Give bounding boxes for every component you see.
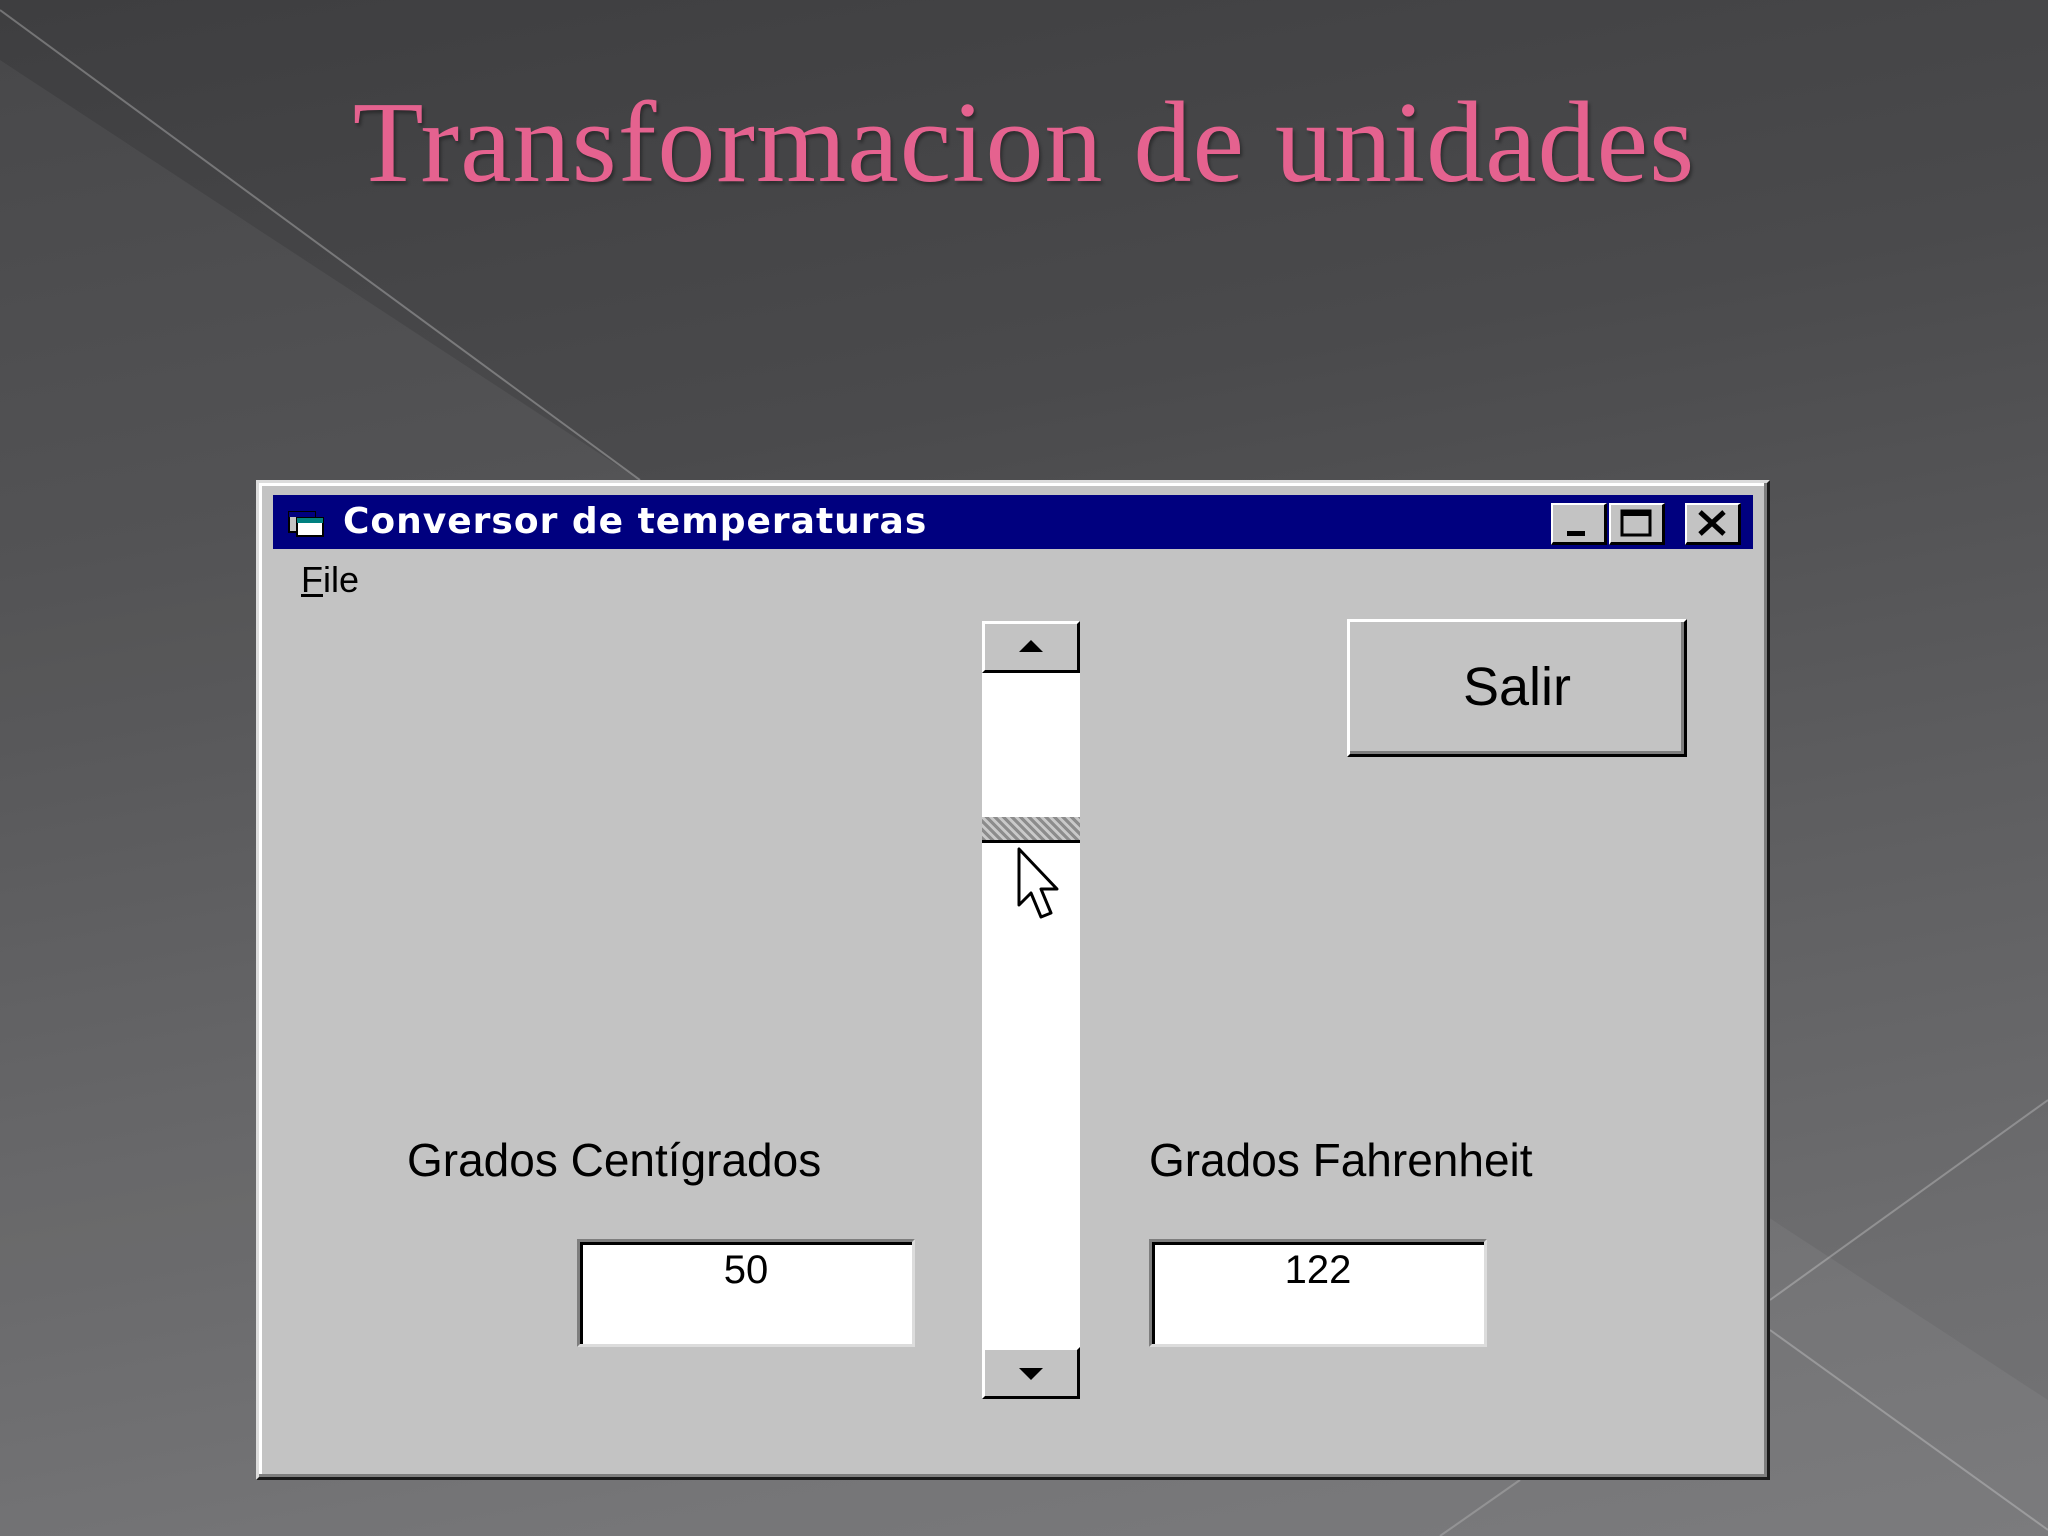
menu-file[interactable]: File: [301, 559, 359, 601]
close-icon: [1698, 510, 1726, 536]
arrow-down-icon: [1019, 1368, 1043, 1380]
scroll-thumb[interactable]: [982, 815, 1080, 843]
window-titlebar[interactable]: Conversor de temperaturas: [273, 495, 1753, 549]
salir-button[interactable]: Salir: [1347, 619, 1687, 757]
celsius-label: Grados Centígrados: [407, 1134, 822, 1186]
fahrenheit-label: Grados Fahrenheit: [1149, 1134, 1533, 1186]
scroll-up-button[interactable]: [982, 621, 1080, 673]
celsius-field[interactable]: 50: [577, 1239, 915, 1347]
window-title: Conversor de temperaturas: [343, 501, 928, 542]
scroll-down-button[interactable]: [982, 1347, 1080, 1399]
minimize-button[interactable]: [1551, 503, 1607, 545]
maximize-icon: [1620, 509, 1652, 537]
close-button[interactable]: [1685, 503, 1741, 545]
maximize-button[interactable]: [1609, 503, 1665, 545]
converter-window: Conversor de temperaturas File Salir Gra…: [256, 480, 1770, 1480]
mouse-pointer-icon: [1017, 847, 1059, 919]
fahrenheit-field[interactable]: 122: [1149, 1239, 1487, 1347]
app-window-icon: [287, 508, 327, 538]
arrow-up-icon: [1019, 640, 1043, 652]
minimize-icon: [1567, 531, 1585, 536]
temperature-scrollbar[interactable]: [979, 621, 1083, 1399]
slide-title: Transformacion de unidades: [352, 79, 1696, 207]
